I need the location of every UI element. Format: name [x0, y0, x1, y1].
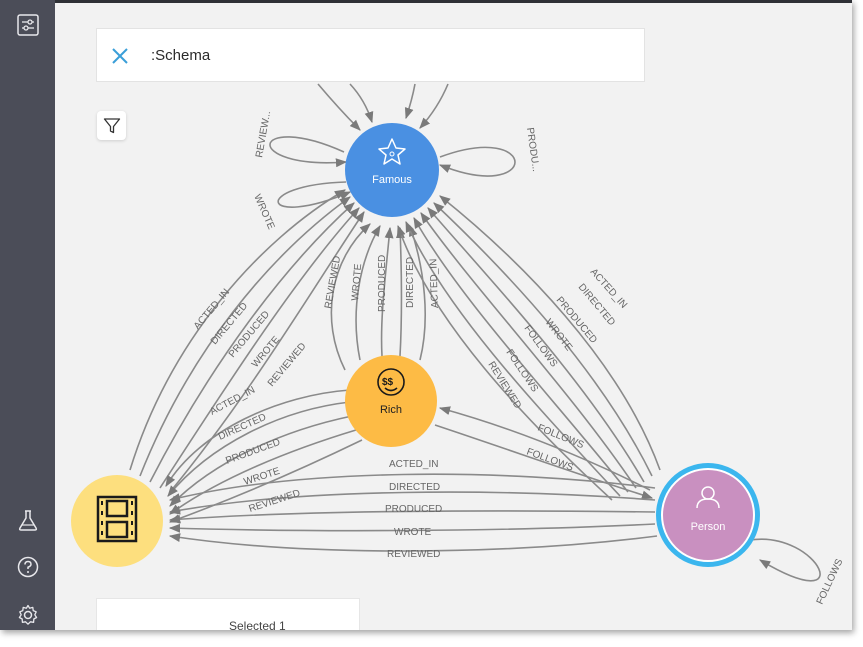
help-icon — [17, 556, 39, 578]
node-famous[interactable]: Famous — [345, 123, 439, 217]
settings-sliders-button[interactable] — [13, 10, 43, 40]
top-bar — [0, 0, 852, 3]
label-person-movie-produced: PRODUCED — [385, 504, 442, 515]
edge-famous-self-wrote[interactable] — [277, 181, 352, 208]
sidebar — [0, 0, 55, 630]
edge-famous-self-reviewed[interactable] — [269, 136, 348, 168]
label-person-self-follows: FOLLOWS — [815, 557, 846, 606]
edge-offscreen-3[interactable] — [404, 83, 416, 120]
node-rich-label: Rich — [380, 404, 402, 416]
label-rich-famous-produced: PRODUCED — [377, 255, 388, 312]
node-famous-label: Famous — [372, 174, 412, 186]
node-person-circle[interactable] — [661, 468, 755, 562]
label-person-movie-directed: DIRECTED — [389, 482, 440, 493]
label-famous-self-reviewed: REVIEW... — [254, 110, 273, 158]
label-famous-self-wrote: WROTE — [251, 193, 276, 232]
graph-canvas[interactable]: REVIEW... PRODU... WROTE ACTED_IN DIRECT… — [0, 0, 852, 630]
node-person-label: Person — [691, 521, 726, 533]
filter-icon — [103, 117, 120, 133]
close-query-button[interactable] — [109, 45, 131, 67]
label-rich-famous-reviewed: REVIEWED — [323, 255, 343, 309]
label-movie-famous-wrote: WROTE — [250, 334, 283, 370]
filter-button[interactable] — [97, 111, 126, 140]
edge-offscreen-1[interactable] — [317, 83, 361, 131]
label-rich-famous-acted-in: ACTED_IN — [428, 258, 441, 308]
gear-icon — [18, 604, 38, 625]
query-text[interactable]: :Schema — [151, 47, 210, 64]
label-person-movie-acted-in: ACTED_IN — [389, 459, 438, 470]
node-movie[interactable] — [71, 475, 163, 567]
help-button[interactable] — [13, 552, 43, 582]
gear-button[interactable] — [13, 600, 43, 630]
label-person-rich-follows-1: FOLLOWS — [536, 423, 586, 452]
label-rich-person-follows-2: FOLLOWS — [525, 446, 575, 473]
settings-sliders-icon — [17, 14, 39, 36]
info-panel: Selected 1 — [96, 598, 360, 630]
label-person-movie-reviewed: REVIEWED — [387, 549, 440, 560]
node-person[interactable]: Person — [656, 463, 760, 567]
label-rich-famous-directed: DIRECTED — [405, 257, 416, 308]
edge-offscreen-2[interactable] — [349, 83, 374, 124]
edge-person-self-follows[interactable] — [749, 538, 821, 582]
label-rich-movie-acted-in: ACTED_IN — [208, 385, 257, 418]
label-rich-famous-wrote: WROTE — [350, 263, 364, 301]
graph-app: REVIEW... PRODU... WROTE ACTED_IN DIRECT… — [0, 0, 852, 630]
label-famous-self-produced: PRODU... — [524, 127, 541, 173]
svg-text:$$: $$ — [382, 377, 394, 388]
node-famous-circle[interactable] — [345, 123, 439, 217]
query-bar: :Schema — [96, 28, 645, 82]
close-icon — [112, 48, 128, 64]
edge-famous-self-produced[interactable] — [438, 146, 516, 177]
edge-offscreen-4[interactable] — [419, 83, 449, 129]
edge-rich-famous-directed[interactable] — [395, 226, 405, 357]
label-rich-movie-reviewed: REVIEWED — [248, 488, 302, 515]
flask-icon — [18, 510, 38, 531]
info-panel-text: Selected 1 — [229, 619, 286, 630]
node-rich[interactable]: $$ Rich — [345, 355, 437, 447]
graph-svg[interactable]: REVIEW... PRODU... WROTE ACTED_IN DIRECT… — [0, 0, 852, 630]
label-person-movie-wrote: WROTE — [394, 527, 432, 538]
flask-button[interactable] — [13, 505, 43, 535]
